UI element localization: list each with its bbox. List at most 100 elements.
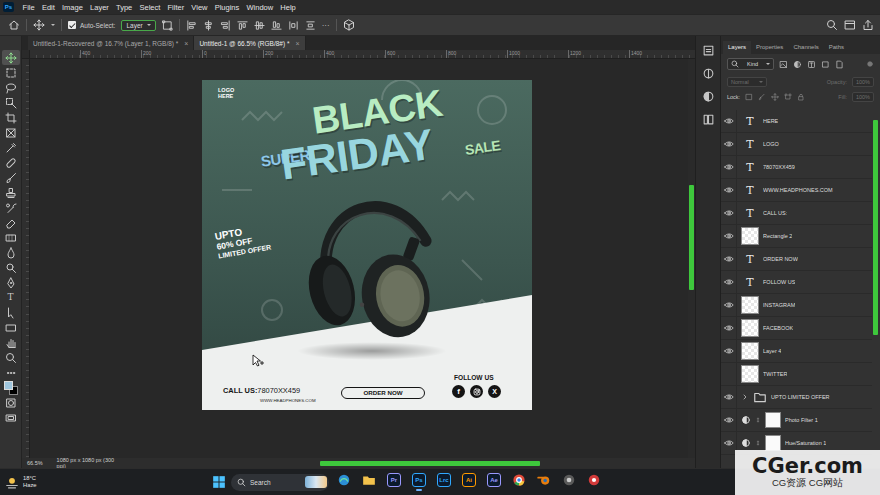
visibility-toggle[interactable] xyxy=(721,409,737,432)
align-icon[interactable] xyxy=(288,20,299,31)
weather-widget[interactable]: 18°CHaze xyxy=(0,475,62,489)
libraries-icon[interactable] xyxy=(702,113,715,126)
layer-row[interactable]: Photo Filter 1 xyxy=(721,409,872,432)
adjust-icon[interactable] xyxy=(702,90,715,103)
foreground-color[interactable] xyxy=(4,381,13,390)
layer-row[interactable]: INSTAGRAM xyxy=(721,294,872,317)
taskbar-search[interactable]: Search xyxy=(231,474,329,491)
document-tab[interactable]: Untitled-1 @ 66.5% (RGB/8#) *× xyxy=(194,36,305,50)
history-icon[interactable] xyxy=(702,44,715,57)
visibility-toggle[interactable] xyxy=(721,340,737,363)
tool-button[interactable] xyxy=(2,260,20,275)
layer-row[interactable]: FACEBOOK xyxy=(721,317,872,340)
menu-item[interactable]: Filter xyxy=(164,3,188,12)
layer-row[interactable]: TFOLLOW US xyxy=(721,271,872,294)
visibility-toggle[interactable] xyxy=(721,156,737,179)
document-canvas[interactable]: LOGOHEREBLACKSUPERFRIDAYSALEUPTO60% OFFL… xyxy=(202,80,532,410)
menu-item[interactable]: Type xyxy=(112,3,135,12)
align-icon[interactable] xyxy=(237,20,248,31)
tool-button[interactable] xyxy=(2,215,20,230)
tool-button[interactable] xyxy=(2,200,20,215)
visibility-toggle[interactable] xyxy=(721,248,737,271)
filter-toggle-icon[interactable] xyxy=(866,60,874,68)
taskbar-app[interactable] xyxy=(334,471,354,493)
3d-mode-icon[interactable] xyxy=(343,19,355,31)
tool-button[interactable] xyxy=(2,335,20,350)
visibility-toggle[interactable] xyxy=(721,202,737,225)
taskbar-app[interactable]: Ai xyxy=(459,471,479,493)
align-icon[interactable] xyxy=(305,20,316,31)
menu-item[interactable]: View xyxy=(188,3,211,12)
visibility-toggle[interactable] xyxy=(721,225,737,248)
menu-item[interactable]: Edit xyxy=(38,3,58,12)
scroll-thumb[interactable] xyxy=(320,461,540,466)
panel-tab[interactable]: Paths xyxy=(824,41,849,54)
tool-button[interactable] xyxy=(2,380,20,395)
auto-select-checkbox[interactable] xyxy=(68,21,76,29)
menu-item[interactable]: File xyxy=(19,3,38,12)
taskbar-app[interactable]: Pr xyxy=(384,471,404,493)
visibility-toggle[interactable] xyxy=(721,317,737,340)
taskbar-app[interactable]: Lrc xyxy=(434,471,454,493)
layer-row[interactable]: Layer 4 xyxy=(721,340,872,363)
taskbar-app[interactable] xyxy=(559,471,579,493)
tool-button[interactable] xyxy=(2,245,20,260)
auto-select-target[interactable]: Layer xyxy=(121,20,155,31)
layer-row[interactable]: UPTO LIMITED OFFER xyxy=(721,386,872,409)
layer-row[interactable]: TWWW.HEADPHONES.COM xyxy=(721,179,872,202)
lock-move-icon[interactable] xyxy=(771,93,779,101)
visibility-toggle[interactable] xyxy=(721,110,737,133)
scroll-thumb[interactable] xyxy=(873,120,878,335)
move-tool-icon[interactable] xyxy=(33,19,45,31)
visibility-toggle[interactable] xyxy=(721,294,737,317)
opacity-field[interactable]: 100% xyxy=(852,77,874,87)
tool-button[interactable] xyxy=(2,350,20,365)
lock-artboard-icon[interactable] xyxy=(784,93,792,101)
share-icon[interactable] xyxy=(862,19,874,31)
align-icon[interactable] xyxy=(271,20,282,31)
align-icon[interactable] xyxy=(254,20,265,31)
tool-button[interactable] xyxy=(2,50,20,65)
menu-item[interactable]: Image xyxy=(58,3,86,12)
tool-button[interactable] xyxy=(2,125,20,140)
horizontal-scrollbar[interactable] xyxy=(138,460,695,467)
visibility-toggle[interactable] xyxy=(721,179,737,202)
layer-row[interactable]: TLOGO xyxy=(721,133,872,156)
lock-paint-icon[interactable] xyxy=(758,93,766,101)
tool-button[interactable] xyxy=(2,275,20,290)
layer-row[interactable]: TORDER NOW xyxy=(721,248,872,271)
align-icon[interactable] xyxy=(220,20,231,31)
tool-button[interactable] xyxy=(2,320,20,335)
workspace-icon[interactable] xyxy=(844,19,856,31)
layer-row[interactable]: T78070XX459 xyxy=(721,156,872,179)
tool-button[interactable] xyxy=(2,80,20,95)
menu-item[interactable]: Layer xyxy=(86,3,112,12)
scroll-thumb[interactable] xyxy=(689,185,694,290)
tool-button[interactable] xyxy=(2,110,20,125)
lock-pixels-icon[interactable] xyxy=(745,93,753,101)
fill-field[interactable]: 100% xyxy=(852,92,874,102)
layer-row[interactable]: THERE xyxy=(721,110,872,133)
tool-button[interactable] xyxy=(2,395,20,410)
transform-controls-icon[interactable] xyxy=(162,20,173,31)
panel-tab[interactable]: Properties xyxy=(751,41,788,54)
tool-button[interactable] xyxy=(2,230,20,245)
menu-item[interactable]: Window xyxy=(243,3,277,12)
taskbar-app[interactable]: Ps xyxy=(409,471,429,493)
tab-close-button[interactable]: × xyxy=(184,40,188,47)
adjustment-filter-icon[interactable] xyxy=(793,60,802,69)
tool-button[interactable] xyxy=(2,170,20,185)
more-options[interactable]: ··· xyxy=(322,21,330,30)
document-tab[interactable]: Untitled-1-Recovered @ 16.7% (Layer 1, R… xyxy=(28,36,194,50)
align-icon[interactable] xyxy=(186,20,197,31)
menu-item[interactable]: Help xyxy=(277,3,300,12)
color-icon[interactable] xyxy=(702,67,715,80)
tool-button[interactable] xyxy=(2,185,20,200)
layer-row[interactable]: TWITTER xyxy=(721,363,872,386)
tool-button[interactable] xyxy=(2,410,20,425)
tool-button[interactable] xyxy=(2,65,20,80)
pixel-filter-icon[interactable] xyxy=(779,60,788,69)
tool-button[interactable] xyxy=(2,155,20,170)
lock-all-icon[interactable] xyxy=(797,93,805,101)
taskbar-app[interactable] xyxy=(359,471,379,493)
